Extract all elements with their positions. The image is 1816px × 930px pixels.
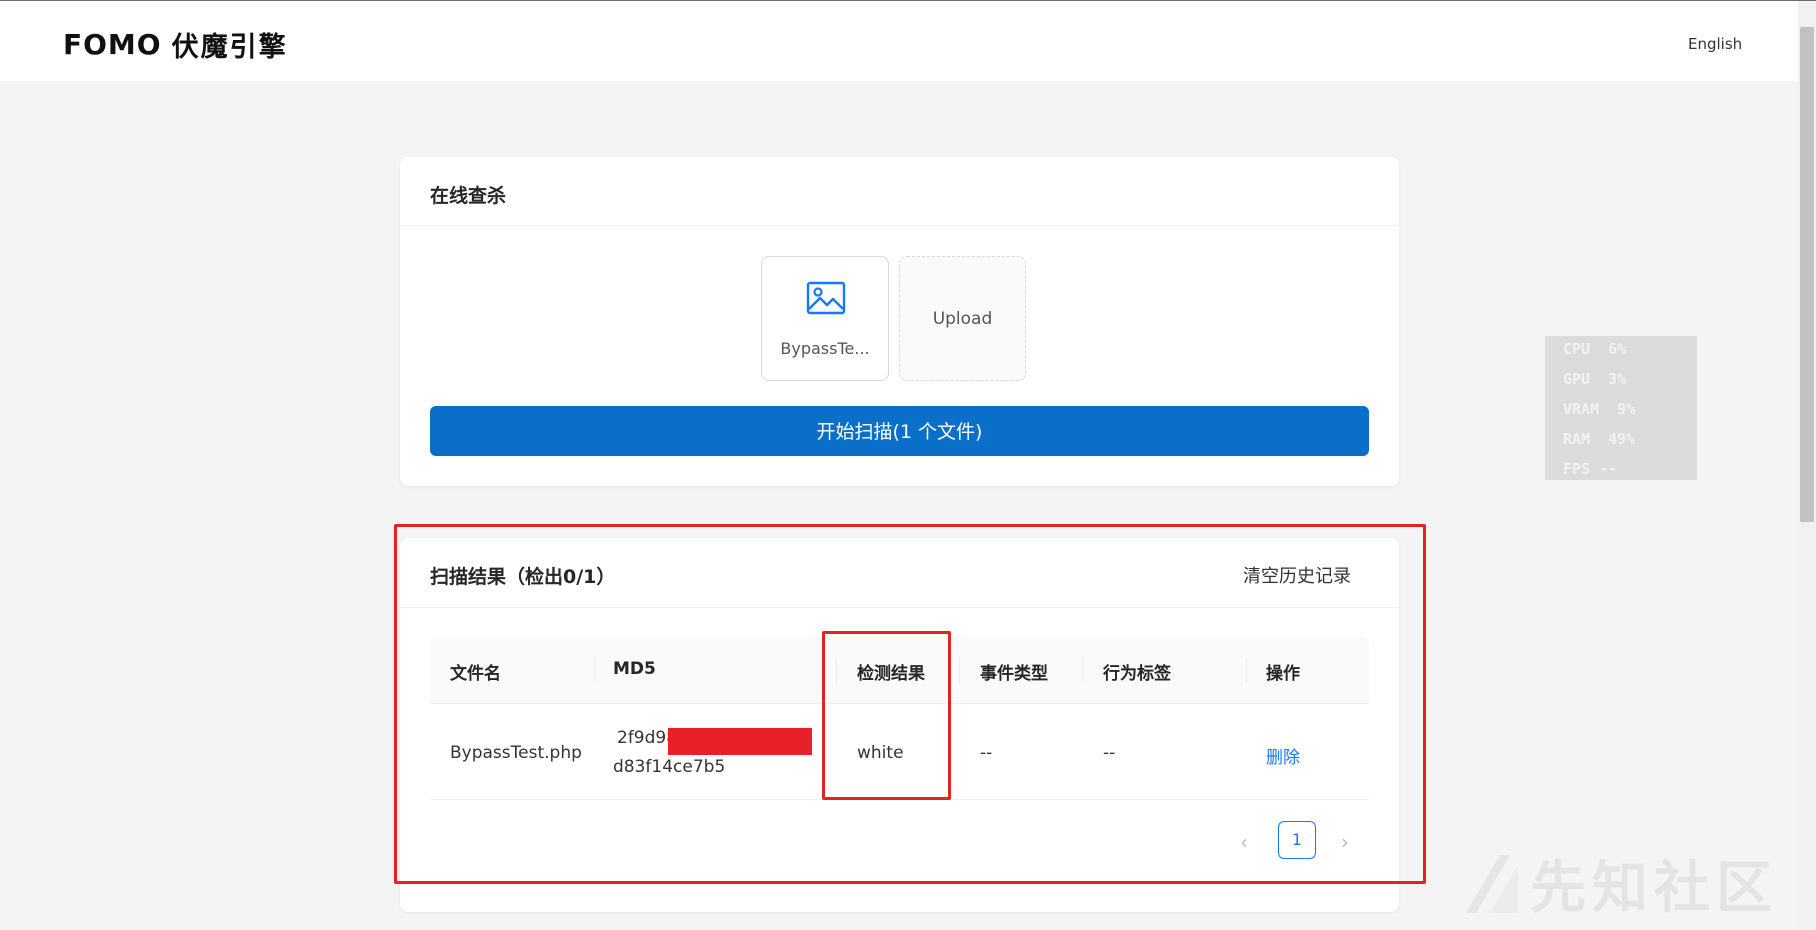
performance-overlay: CPU 6% GPU 3% VRAM 9% RAM 49% FPS -- <box>1545 336 1697 480</box>
uploaded-file-tile[interactable]: BypassTe... <box>761 256 889 381</box>
ram-stat: RAM 49% <box>1563 430 1636 448</box>
vram-stat: VRAM 9% <box>1563 400 1636 418</box>
uploaded-file-name: BypassTe... <box>780 339 870 358</box>
upload-label: Upload <box>932 309 993 329</box>
upload-dropzone[interactable]: Upload <box>899 256 1026 381</box>
page-scrollbar[interactable] <box>1798 1 1816 930</box>
logo-mark: FOMO <box>63 28 162 61</box>
gpu-stat: GPU 3% <box>1563 370 1627 388</box>
online-scan-title: 在线查杀 <box>430 185 507 207</box>
cpu-stat: CPU 6% <box>1563 340 1627 358</box>
fps-stat: FPS -- <box>1563 460 1618 478</box>
image-icon <box>806 281 846 315</box>
scrollbar-thumb[interactable] <box>1800 27 1814 522</box>
watermark: 先知社区 <box>1460 843 1778 924</box>
online-scan-card: 在线查杀 BypassTe... Upload 开始扫描(1 个文件) <box>400 157 1399 486</box>
language-switch[interactable]: English <box>1688 35 1742 53</box>
top-header: FOMO 伏魔引擎 English <box>0 1 1798 81</box>
brand-logo[interactable]: FOMO 伏魔引擎 <box>63 25 288 64</box>
card-divider <box>400 225 1399 226</box>
watermark-text: 先知社区 <box>1530 856 1778 921</box>
start-scan-button[interactable]: 开始扫描(1 个文件) <box>430 406 1369 456</box>
annotation-box-detection-column <box>822 631 951 800</box>
watermark-logo-icon <box>1466 854 1518 913</box>
logo-name: 伏魔引擎 <box>171 32 288 63</box>
